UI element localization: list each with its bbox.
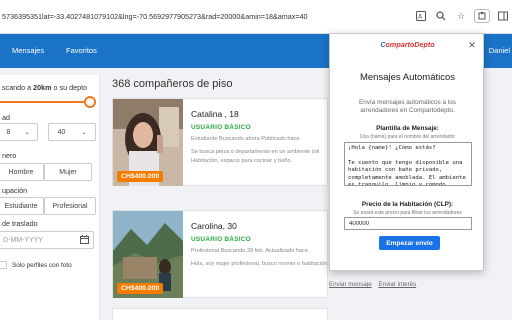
listing-description: Se busca pieza o departamento en un ambi… — [191, 148, 331, 166]
listing-description: Hola, soy mujer profesional, busco roomi… — [191, 260, 331, 269]
zoom-icon[interactable] — [434, 9, 448, 23]
profile-photo[interactable]: CH$400.000 — [113, 211, 183, 298]
browser-toolbar-icons: A ☆ — [414, 9, 510, 23]
bookmark-star-icon[interactable]: ☆ — [454, 9, 468, 23]
translate-icon[interactable]: A — [414, 9, 428, 23]
age-min-value: 8 — [6, 128, 11, 136]
svg-text:A: A — [418, 14, 423, 21]
photo-only-label: Solo perfiles con foto — [12, 262, 72, 269]
popup-subtitle: Envía mensajes automáticos a los arrenda… — [359, 99, 456, 114]
profile-photo[interactable]: CH$400.000 — [113, 99, 183, 186]
description-line: Hola, soy mujer profesional, busco roomi… — [191, 261, 328, 267]
gender-female-option[interactable]: Mujer — [44, 163, 92, 181]
listing-meta: Profesional Buscando 28 feb. Actualizado… — [191, 248, 308, 254]
nav-messages[interactable]: Mensajes — [12, 34, 44, 68]
message-template-textarea[interactable]: ¡Hola {name}! ¿Cómo estás? Te cuento que… — [344, 142, 472, 186]
description-line: Habitación, espacio para cocinar y baño. — [191, 158, 293, 164]
filter-panel: scando a 20km o su depto ad 8 ⌄ 40 ⌄ ner… — [0, 75, 100, 320]
send-message-link[interactable]: Enviar mensaje — [329, 281, 372, 288]
gender-male-option[interactable]: Hombre — [0, 163, 44, 181]
popup-title: Mensajes Automáticos — [359, 72, 456, 83]
extensions-puzzle-icon[interactable] — [474, 9, 490, 23]
price-hint: Se usará este precio para filtrar los ar… — [353, 210, 462, 216]
radius-text: scando a 20km o su depto — [2, 83, 87, 92]
template-label: Plantilla de Mensaje: — [376, 125, 439, 132]
gender-label: nero — [2, 151, 17, 160]
chevron-down-icon: ⌄ — [24, 129, 30, 136]
extension-popup: ✕ CompartoDepto Mensajes Automáticos Env… — [329, 33, 484, 271]
radius-text-post: o su depto — [51, 83, 88, 92]
move-date-placeholder: D-MM-YYYY — [3, 236, 44, 244]
move-date-label: de traslado — [2, 219, 38, 228]
listing-name[interactable]: Catalina , 18 — [191, 109, 239, 119]
calendar-icon[interactable] — [80, 235, 89, 246]
listing-card[interactable] — [112, 308, 328, 320]
occupation-label: upación — [2, 186, 28, 195]
listing-name[interactable]: Carolina, 30 — [191, 221, 237, 231]
occupation-student-option[interactable]: Estudiante — [0, 197, 44, 215]
listing-meta: Estudiante Buscando ahora Publicado hace — [191, 136, 300, 142]
send-interest-link[interactable]: Enviar interés — [378, 281, 416, 288]
age-max-select[interactable]: 40 ⌄ — [48, 123, 96, 141]
occupation-professional-option[interactable]: Profesional — [44, 197, 96, 215]
photo-only-checkbox[interactable] — [0, 261, 7, 269]
listing-card[interactable]: CH$400.000 Carolina, 30 USUARIO BÁSICO P… — [112, 210, 328, 298]
radius-text-pre: scando a — [2, 83, 34, 92]
move-date-input[interactable]: D-MM-YYYY — [0, 231, 94, 249]
room-price-input[interactable] — [344, 217, 472, 230]
radius-slider-knob[interactable] — [84, 96, 96, 108]
radius-slider-track[interactable] — [0, 101, 92, 103]
browser-url-bar: 5736395351lat=-33.4027481079102&lng=-70.… — [0, 0, 512, 34]
template-hint: Usa {name} para el nombre del arrendador — [359, 134, 456, 140]
listing-card[interactable]: CH$400.000 Catalina , 18 USUARIO BÁSICO … — [112, 98, 328, 186]
sidebar-icon[interactable] — [496, 9, 510, 23]
logo-text: ompartoDepto — [385, 40, 435, 49]
age-max-value: 40 — [57, 128, 66, 136]
price-badge: CH$400.000 — [117, 283, 164, 294]
price-badge: CH$400.000 — [117, 171, 164, 182]
compartodepto-logo: CompartoDepto — [330, 40, 485, 49]
age-label: ad — [2, 113, 10, 122]
results-title: 368 compañeros de piso — [112, 78, 233, 90]
nav-favorites[interactable]: Favoritos — [66, 34, 97, 68]
price-label: Precio de la Habitación (CLP): — [361, 201, 454, 208]
url-text[interactable]: 5736395351lat=-33.4027481079102&lng=-70.… — [2, 0, 420, 34]
plan-badge: USUARIO BÁSICO — [191, 124, 251, 131]
age-min-select[interactable]: 8 ⌄ — [0, 123, 38, 141]
description-line: Se busca pieza o departamento en un ambi… — [191, 149, 320, 155]
plan-badge: USUARIO BÁSICO — [191, 236, 251, 243]
start-sending-button[interactable]: Empezar envío — [379, 236, 440, 250]
radius-value: 20km — [33, 83, 52, 92]
chevron-down-icon: ⌄ — [81, 129, 87, 136]
card-actions: Enviar mensaje Enviar interés — [329, 281, 421, 288]
user-name[interactable]: Daniel — [489, 34, 510, 68]
